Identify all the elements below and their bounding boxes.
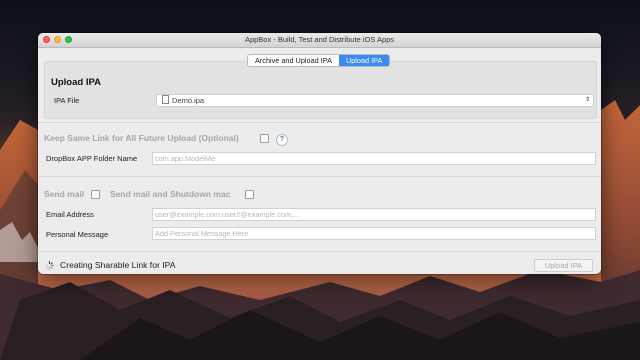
- email-address-input[interactable]: user@example.com,user2@example.com,...: [152, 208, 596, 221]
- close-button[interactable]: [43, 36, 50, 43]
- upload-ipa-button[interactable]: Upload IPA: [534, 259, 593, 272]
- divider: [38, 176, 601, 177]
- keep-same-link-label: Keep Same Link for All Future Upload (Op…: [44, 133, 239, 143]
- upload-ipa-group: [44, 61, 597, 119]
- ipa-file-popup[interactable]: Demo.ipa ⇕: [156, 94, 594, 107]
- ipa-file-value: Demo.ipa: [172, 96, 205, 105]
- send-mail-shutdown-label: Send mail and Shutdown mac: [110, 189, 231, 199]
- document-icon: [162, 95, 169, 104]
- mode-segmented-control: Archive and Upload IPA Upload IPA: [247, 54, 391, 67]
- dropbox-folder-label: DropBox APP Folder Name: [46, 154, 138, 163]
- tab-archive-and-upload[interactable]: Archive and Upload IPA: [248, 55, 339, 66]
- divider: [38, 122, 601, 123]
- window-controls: [43, 36, 72, 43]
- divider: [38, 251, 601, 252]
- status-text: Creating Sharable Link for IPA: [60, 260, 176, 270]
- help-icon[interactable]: ?: [276, 134, 288, 146]
- ipa-file-label: IPA File: [54, 96, 80, 105]
- title-bar[interactable]: AppBox - Build, Test and Distribute iOS …: [38, 33, 601, 48]
- personal-message-label: Personal Message: [46, 230, 109, 239]
- email-address-label: Email Address: [46, 210, 94, 219]
- personal-message-input[interactable]: Add Personal Message Here: [152, 227, 596, 240]
- window-title: AppBox - Build, Test and Distribute iOS …: [244, 35, 395, 44]
- send-mail-checkbox[interactable]: [91, 190, 100, 199]
- minimize-button[interactable]: [54, 36, 61, 43]
- chevron-updown-icon: ⇕: [584, 97, 590, 103]
- keep-same-link-checkbox[interactable]: [260, 134, 269, 143]
- upload-section-title: Upload IPA: [51, 77, 101, 88]
- zoom-button[interactable]: [65, 36, 72, 43]
- app-window: AppBox - Build, Test and Distribute iOS …: [38, 33, 601, 274]
- send-mail-label: Send mail: [44, 189, 85, 199]
- tab-upload-ipa[interactable]: Upload IPA: [338, 55, 390, 66]
- dropbox-folder-input[interactable]: com.app.ModelMe: [152, 152, 596, 165]
- spinner-icon: [45, 261, 54, 270]
- send-mail-shutdown-checkbox[interactable]: [245, 190, 254, 199]
